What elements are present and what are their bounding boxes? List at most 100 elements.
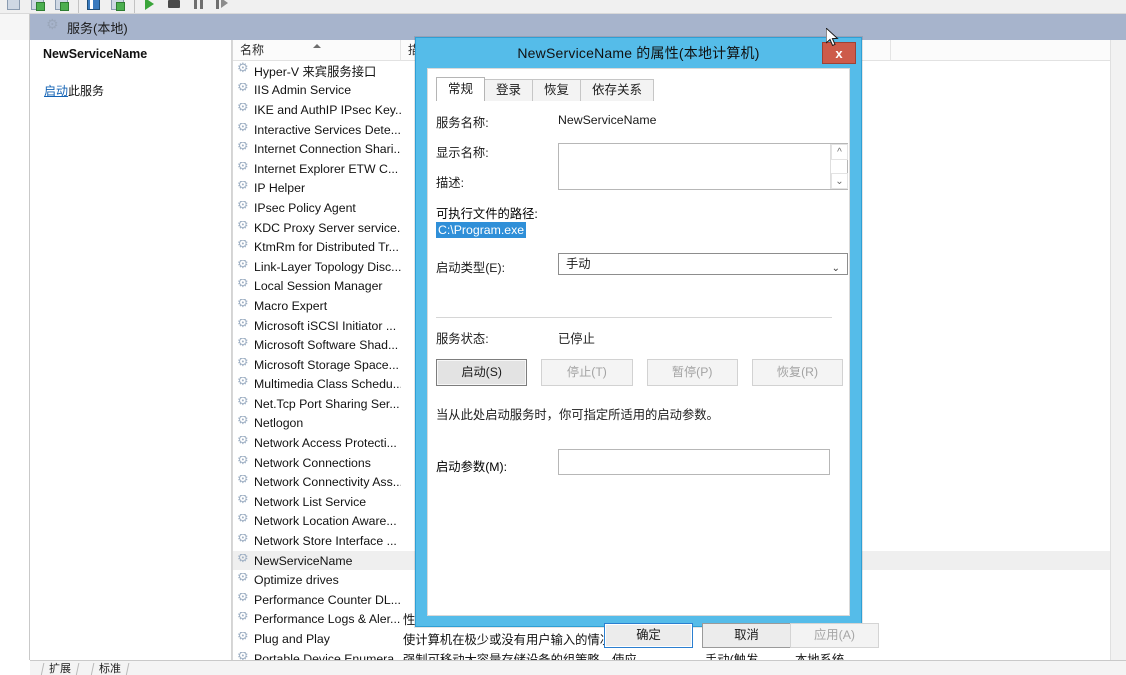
dialog-titlebar[interactable]: NewServiceName 的属性(本地计算机) xyxy=(416,38,861,68)
service-name-text: Microsoft Storage Space... xyxy=(254,357,399,372)
tab-dependencies[interactable]: 依存关系 xyxy=(580,79,655,101)
tab-logon-label: 登录 xyxy=(496,83,522,97)
chevron-down-icon: ⌄ xyxy=(831,263,840,274)
tab-logon[interactable]: 登录 xyxy=(484,79,534,101)
service-name-text: IIS Admin Service xyxy=(254,83,352,98)
tab-extended[interactable]: 扩展 xyxy=(40,663,80,675)
services-gear-icon xyxy=(46,16,60,34)
chevron-down-icon[interactable]: ⌄ xyxy=(831,173,848,189)
pane-header-label: 服务(本地) xyxy=(67,21,128,36)
service-gear-icon xyxy=(237,201,250,214)
close-icon[interactable]: x xyxy=(822,42,856,64)
service-name-text: Interactive Services Dete... xyxy=(254,122,401,137)
properties-icon[interactable] xyxy=(84,0,104,13)
cell-name: Net.Tcp Port Sharing Ser... xyxy=(233,397,401,411)
service-name-text: Portable Device Enumera... xyxy=(254,651,401,660)
service-name-text: Network Location Aware... xyxy=(254,514,397,529)
service-name-text: Microsoft iSCSI Initiator ... xyxy=(254,318,397,333)
selected-service-title: NewServiceName xyxy=(43,47,148,61)
service-name-text: IKE and AuthIP IPsec Key... xyxy=(254,102,401,117)
list-vertical-scrollbar[interactable] xyxy=(1110,40,1126,660)
service-name-text: Network Access Protecti... xyxy=(254,436,397,451)
start-service-link-text[interactable]: 启动 xyxy=(44,84,68,98)
dialog-tabs: 常规 登录 恢复 依存关系 xyxy=(436,77,655,101)
service-name-value: NewServiceName xyxy=(558,113,657,127)
service-name-text: Microsoft Software Shad... xyxy=(254,338,399,353)
start-service-link[interactable]: 启动此服务 xyxy=(44,82,104,99)
service-name-text: Optimize drives xyxy=(254,573,339,588)
service-name-text: Internet Connection Shari... xyxy=(254,142,401,157)
console-tree-pane[interactable] xyxy=(0,40,30,660)
resume-button: 恢复(R) xyxy=(751,359,843,386)
pause-service-icon[interactable] xyxy=(188,0,208,13)
service-name-text: NewServiceName xyxy=(254,553,353,568)
tab-recovery[interactable]: 恢复 xyxy=(532,79,582,101)
service-name-text: Hyper-V 来宾服务接口 xyxy=(254,64,377,79)
service-gear-icon xyxy=(237,475,250,488)
display-name-label: 显示名称: xyxy=(436,146,489,160)
cell-name: Portable Device Enumera... xyxy=(233,652,401,660)
startup-type-label: 启动类型(E): xyxy=(436,261,505,275)
column-header-0[interactable]: 名称 xyxy=(233,40,401,61)
service-gear-icon xyxy=(237,534,250,547)
tab-recovery-label: 恢复 xyxy=(544,83,570,97)
tab-general-label: 常规 xyxy=(448,82,474,96)
executable-path-value[interactable]: C:\Program.exe xyxy=(436,222,527,238)
cell-name: IPsec Policy Agent xyxy=(233,201,401,215)
chevron-up-icon[interactable]: ^ xyxy=(831,144,848,160)
service-gear-icon xyxy=(237,554,250,567)
executable-path-label: 可执行文件的路径: xyxy=(436,207,538,221)
cell-name: Network Location Aware... xyxy=(233,514,401,528)
service-name-text: Macro Expert xyxy=(254,298,328,313)
tab-general[interactable]: 常规 xyxy=(436,77,486,101)
start-service-icon[interactable] xyxy=(140,0,160,13)
service-gear-icon xyxy=(237,593,250,606)
description-textarea[interactable]: ^ ⌄ xyxy=(558,143,848,190)
cell-name: Microsoft Storage Space... xyxy=(233,358,401,372)
pane-header: 服务(本地) xyxy=(46,16,128,37)
description-scrollbar[interactable]: ^ ⌄ xyxy=(830,144,848,189)
service-gear-icon xyxy=(237,162,250,175)
cell-name: Network Access Protecti... xyxy=(233,436,401,450)
restart-service-icon[interactable] xyxy=(212,0,232,13)
service-gear-icon xyxy=(237,436,250,449)
new-window-icon[interactable] xyxy=(28,0,48,13)
cell-name: Internet Explorer ETW C... xyxy=(233,162,401,176)
service-name-text: Link-Layer Topology Disc... xyxy=(254,259,401,274)
cancel-button[interactable]: 取消 xyxy=(702,623,791,648)
cell-name: Multimedia Class Schedu... xyxy=(233,377,401,391)
tab-standard-label: 标准 xyxy=(99,663,121,675)
cell-name: Performance Counter DL... xyxy=(233,593,401,607)
service-name-text: Network Connectivity Ass... xyxy=(254,475,401,490)
start-parameters-input[interactable] xyxy=(558,449,830,475)
service-gear-icon xyxy=(237,221,250,234)
service-name-text: Network List Service xyxy=(254,494,367,509)
tab-standard[interactable]: 标准 xyxy=(90,663,130,675)
stop-service-icon[interactable] xyxy=(164,0,184,13)
service-gear-icon xyxy=(237,456,250,469)
cell-name: NewServiceName xyxy=(233,554,401,568)
startup-type-select[interactable]: 手动 ⌄ xyxy=(558,253,848,275)
service-name-text: Netlogon xyxy=(254,416,304,431)
cell-name: IP Helper xyxy=(233,181,401,195)
ok-button[interactable]: 确定 xyxy=(604,623,693,648)
startup-type-value: 手动 xyxy=(566,257,591,271)
service-gear-icon xyxy=(237,514,250,527)
refresh-icon[interactable] xyxy=(52,0,72,13)
help-icon[interactable] xyxy=(108,0,128,13)
service-detail-pane: NewServiceName 启动此服务 xyxy=(30,40,232,660)
service-name-text: Multimedia Class Schedu... xyxy=(254,377,401,392)
start-button[interactable]: 启动(S) xyxy=(436,359,528,386)
service-gear-icon xyxy=(237,123,250,136)
service-name-text: Net.Tcp Port Sharing Ser... xyxy=(254,396,400,411)
cell-name: Plug and Play xyxy=(233,632,401,646)
dialog-title: NewServiceName 的属性(本地计算机) xyxy=(517,45,760,61)
start-service-link-suffix: 此服务 xyxy=(68,84,105,98)
cell-name: IKE and AuthIP IPsec Key... xyxy=(233,103,401,117)
apply-button: 应用(A) xyxy=(790,623,879,648)
export-list-icon[interactable] xyxy=(4,0,24,13)
service-gear-icon xyxy=(237,142,250,155)
dialog-footer: 确定 取消 应用(A) xyxy=(427,616,879,658)
toolbar-separator-2 xyxy=(134,0,135,13)
service-gear-icon xyxy=(237,240,250,253)
